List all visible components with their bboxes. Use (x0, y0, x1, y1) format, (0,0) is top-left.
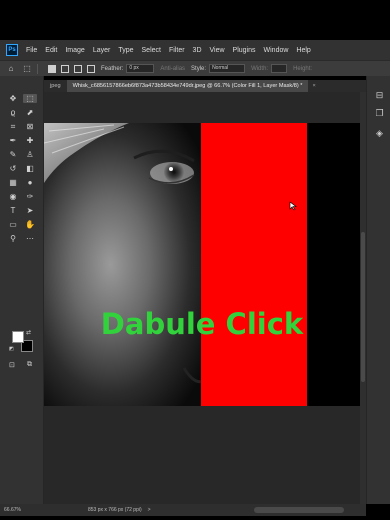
dodge-tool-icon[interactable]: ◉ (6, 192, 20, 201)
intersect-selection-icon[interactable] (87, 64, 95, 73)
foreground-color-swatch[interactable] (12, 331, 24, 343)
menu-view[interactable]: View (206, 47, 229, 54)
quick-mask-icon[interactable]: ⊡ (9, 361, 15, 369)
healing-brush-icon[interactable]: ✚ (23, 136, 37, 145)
menu-3d[interactable]: 3D (189, 47, 206, 54)
hand-tool-icon[interactable]: ✋ (23, 220, 37, 229)
rectangle-tool-icon[interactable]: ▭ (6, 220, 20, 229)
gradient-tool-icon[interactable]: ▦ (6, 178, 20, 187)
color-fill-layer (201, 123, 307, 406)
tab-active-document[interactable]: Whisk_c6856157866eb6f873a473b58434e749dr… (66, 80, 309, 92)
height-label: Height: (293, 65, 313, 72)
status-bar: 853 px x 766 px (72 ppi) > (44, 504, 366, 516)
style-label: Style: (191, 65, 207, 72)
horizontal-scroll-thumb[interactable] (254, 507, 344, 513)
lasso-tool-icon[interactable]: ϱ (6, 108, 20, 117)
crop-tool-icon[interactable]: ⌗ (6, 122, 20, 131)
menu-bar: Ps File Edit Image Layer Type Select Fil… (0, 40, 390, 60)
swap-colors-icon[interactable]: ⇄ (26, 329, 31, 336)
menu-help[interactable]: Help (292, 47, 314, 54)
brush-tool-icon[interactable]: ✎ (6, 150, 20, 159)
clone-stamp-icon[interactable]: ♙ (23, 150, 37, 159)
feather-label: Feather: (101, 65, 124, 72)
photoshop-logo-icon: Ps (6, 44, 18, 56)
menu-image[interactable]: Image (61, 47, 88, 54)
canvas-area[interactable]: Dabule Click (44, 92, 360, 504)
layers-panel-icon[interactable]: ◈ (374, 128, 385, 139)
close-tab-icon[interactable]: × (312, 83, 315, 89)
adjustments-panel-icon[interactable]: ❐ (374, 108, 385, 119)
width-input[interactable] (271, 64, 288, 73)
menu-layer[interactable]: Layer (89, 47, 115, 54)
bottom-letterbox (0, 516, 390, 520)
frame-tool-icon[interactable]: ⊠ (23, 122, 37, 131)
zoom-tool-icon[interactable]: ⚲ (6, 234, 20, 243)
pen-tool-icon[interactable]: ✑ (23, 192, 37, 201)
object-select-tool-icon[interactable]: ⬈ (23, 108, 37, 117)
document-tab-bar: jpeg Whisk_c6856157866eb6f873a473b58434e… (44, 80, 366, 92)
menu-edit[interactable]: Edit (41, 47, 61, 54)
options-bar: ⌂ ⬚ Feather: 0 px Anti-alias Style: Norm… (0, 60, 390, 76)
path-select-tool-icon[interactable]: ➤ (23, 206, 37, 215)
default-colors-icon[interactable]: ◩ (9, 346, 14, 352)
tab-active-label: Whisk_c6856157866eb6f873a473b58434e749dr… (72, 83, 303, 89)
tools-panel: ✥ ⬚ ϱ ⬈ ⌗ ⊠ ✒ ✚ ✎ ♙ ↺ ◧ ▦ ● ◉ ✑ T ➤ ▭ ✋ … (0, 76, 44, 504)
overlay-caption: Dabule Click (100, 307, 304, 341)
right-panel-dock: ⊟ ❐ ◈ (366, 76, 390, 504)
tab-previous-document[interactable]: jpeg (44, 80, 67, 92)
history-brush-icon[interactable]: ↺ (6, 164, 20, 173)
top-letterbox (0, 0, 390, 40)
home-icon[interactable]: ⌂ (6, 64, 16, 74)
new-selection-icon[interactable] (48, 64, 56, 73)
more-tools-icon[interactable]: ⋯ (23, 234, 37, 243)
menu-type[interactable]: Type (114, 47, 137, 54)
feather-input[interactable]: 0 px (126, 64, 155, 73)
move-tool-icon[interactable]: ✥ (6, 94, 20, 103)
document-canvas[interactable]: Dabule Click (44, 123, 360, 406)
add-selection-icon[interactable] (61, 64, 69, 73)
subtract-selection-icon[interactable] (74, 64, 82, 73)
blur-tool-icon[interactable]: ● (23, 178, 37, 187)
menu-plugins[interactable]: Plugins (229, 47, 260, 54)
document-size-info: 853 px x 766 px (72 ppi) (88, 507, 142, 513)
status-menu-arrow[interactable]: > (148, 507, 151, 513)
mouse-cursor-icon (289, 201, 297, 211)
menu-window[interactable]: Window (260, 47, 293, 54)
screen-mode-icon[interactable]: ⧉ (27, 361, 32, 369)
properties-panel-icon[interactable]: ⊟ (374, 90, 385, 101)
menu-filter[interactable]: Filter (165, 47, 189, 54)
style-select[interactable]: Normal (209, 64, 246, 73)
vertical-scroll-thumb[interactable] (361, 232, 365, 382)
antialias-checkbox[interactable]: Anti-alias (160, 66, 185, 72)
status-zoom[interactable]: 66.67% (0, 504, 44, 516)
menu-select[interactable]: Select (138, 47, 165, 54)
menu-file[interactable]: File (22, 47, 41, 54)
marquee-tool-icon[interactable]: ⬚ (23, 94, 37, 103)
type-tool-icon[interactable]: T (6, 206, 20, 215)
eyedropper-tool-icon[interactable]: ✒ (6, 136, 20, 145)
eraser-tool-icon[interactable]: ◧ (23, 164, 37, 173)
options-divider (37, 63, 38, 74)
marquee-preset-icon[interactable]: ⬚ (22, 64, 32, 74)
width-label: Width: (251, 65, 269, 72)
